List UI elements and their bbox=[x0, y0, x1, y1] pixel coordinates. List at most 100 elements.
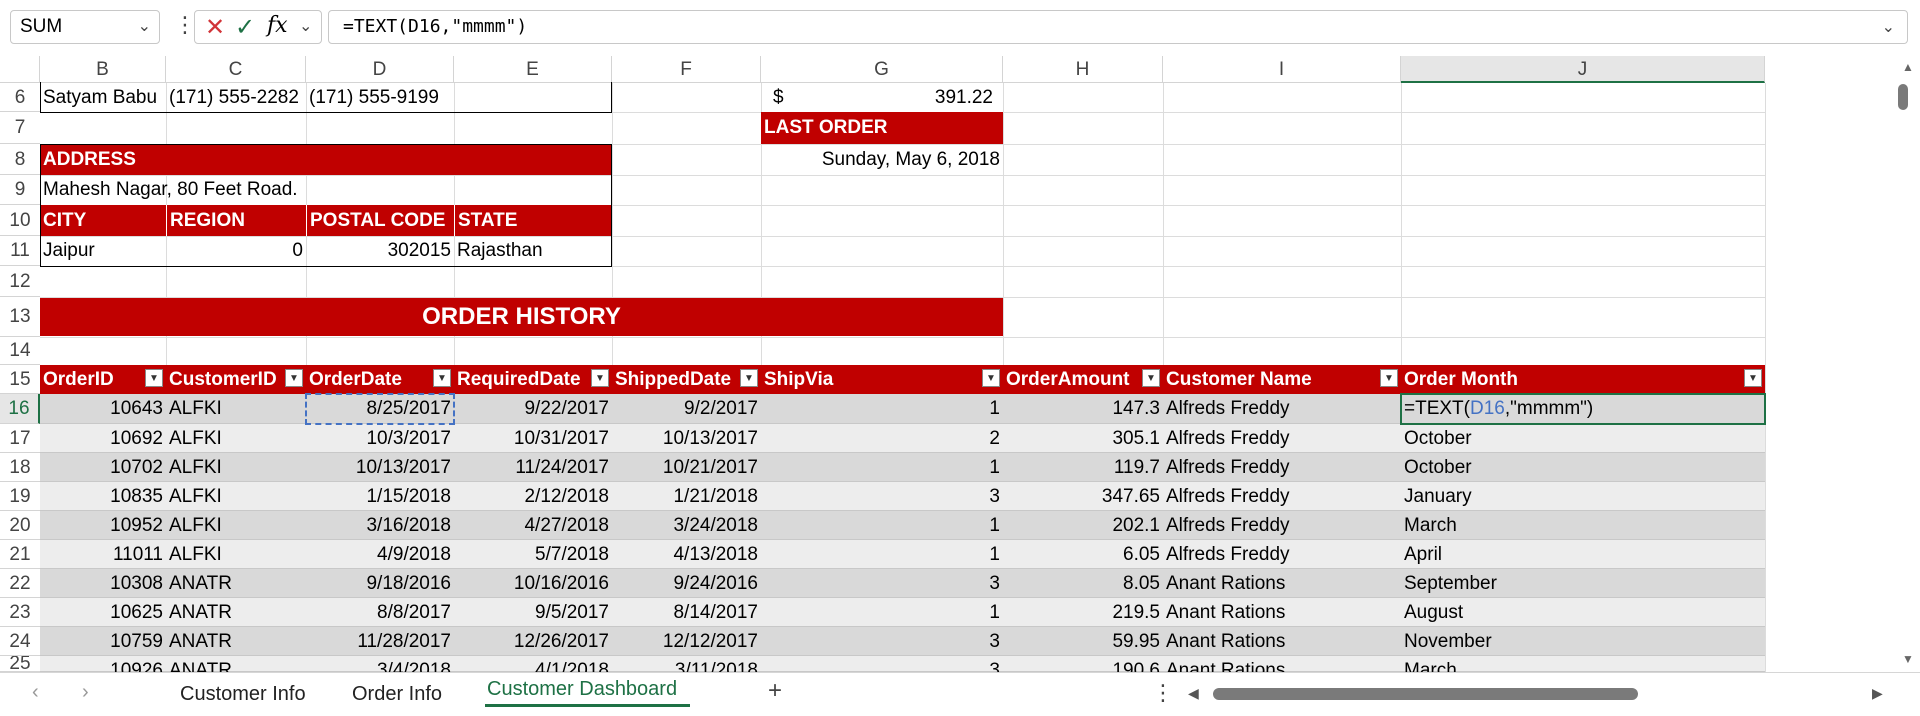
row-header-7[interactable]: 7 bbox=[0, 112, 40, 144]
column-header-f[interactable]: F bbox=[612, 56, 761, 83]
cell-requireddate[interactable]: 12/26/2017 bbox=[454, 627, 612, 656]
scroll-left-icon[interactable]: ◀ bbox=[1188, 685, 1199, 702]
horizontal-scroll-thumb[interactable] bbox=[1213, 688, 1638, 700]
cell-orderamount[interactable]: 190.6 bbox=[1003, 656, 1163, 672]
cell-orderamount[interactable]: 119.7 bbox=[1003, 453, 1163, 482]
cell-shipvia[interactable]: 1 bbox=[761, 453, 1003, 482]
cell-order-month[interactable]: January bbox=[1401, 482, 1765, 511]
filter-dropdown-icon[interactable]: ▼ bbox=[740, 369, 758, 387]
cell-orderdate[interactable]: 11/28/2017 bbox=[306, 627, 454, 656]
cancel-icon[interactable]: ✕ bbox=[205, 13, 225, 42]
column-header-h[interactable]: H bbox=[1003, 56, 1163, 83]
cell-shippeddate[interactable]: 9/2/2017 bbox=[612, 394, 761, 424]
vertical-scrollbar[interactable]: ▲ ▼ bbox=[1896, 56, 1920, 668]
cell-orderdate[interactable]: 10/3/2017 bbox=[306, 424, 454, 453]
cell-shipvia[interactable]: 1 bbox=[761, 511, 1003, 540]
row-header-8[interactable]: 8 bbox=[0, 144, 40, 175]
cell-order-month[interactable]: November bbox=[1401, 627, 1765, 656]
cell-orderid[interactable]: 11011 bbox=[40, 540, 166, 569]
cell-customerid[interactable]: ALFKI bbox=[166, 540, 306, 569]
scroll-up-icon[interactable]: ▲ bbox=[1902, 60, 1914, 74]
cell-shippeddate[interactable]: 12/12/2017 bbox=[612, 627, 761, 656]
cell-customerid[interactable]: ALFKI bbox=[166, 453, 306, 482]
cell-orderdate[interactable]: 8/8/2017 bbox=[306, 598, 454, 627]
column-header-b[interactable]: B bbox=[40, 56, 166, 83]
cell-orderdate[interactable]: 9/18/2016 bbox=[306, 569, 454, 598]
cell-shippeddate[interactable]: 9/24/2016 bbox=[612, 569, 761, 598]
column-header-e[interactable]: E bbox=[454, 56, 612, 83]
cell-customerid[interactable]: ANATR bbox=[166, 656, 306, 672]
cell-orderamount[interactable]: 219.5 bbox=[1003, 598, 1163, 627]
cell-shipvia[interactable]: 2 bbox=[761, 424, 1003, 453]
row-header-10[interactable]: 10 bbox=[0, 205, 40, 236]
row-header-24[interactable]: 24 bbox=[0, 627, 40, 656]
cell-customerid[interactable]: ALFKI bbox=[166, 424, 306, 453]
cell-requireddate[interactable]: 4/1/2018 bbox=[454, 656, 612, 672]
cell-orderid[interactable]: 10926 bbox=[40, 656, 166, 672]
cell-orderamount[interactable]: 8.05 bbox=[1003, 569, 1163, 598]
cell-customer-name[interactable]: Alfreds Freddy bbox=[1163, 511, 1401, 540]
cell-order-month[interactable]: October bbox=[1401, 424, 1765, 453]
row-header-16[interactable]: 16 bbox=[0, 394, 40, 424]
cell-orderamount[interactable]: 6.05 bbox=[1003, 540, 1163, 569]
cell-orderamount[interactable]: 305.1 bbox=[1003, 424, 1163, 453]
row-header-11[interactable]: 11 bbox=[0, 236, 40, 266]
column-header-i[interactable]: I bbox=[1163, 56, 1401, 83]
row-header-14[interactable]: 14 bbox=[0, 337, 40, 365]
cell-customer-name[interactable]: Alfreds Freddy bbox=[1163, 540, 1401, 569]
cell-customerid[interactable]: ANATR bbox=[166, 627, 306, 656]
cell-shipvia[interactable]: 3 bbox=[761, 656, 1003, 672]
cell-orderid[interactable]: 10308 bbox=[40, 569, 166, 598]
filter-dropdown-icon[interactable]: ▼ bbox=[1380, 369, 1398, 387]
filter-dropdown-icon[interactable]: ▼ bbox=[1744, 369, 1762, 387]
scroll-down-icon[interactable]: ▼ bbox=[1902, 652, 1914, 666]
filter-dropdown-icon[interactable]: ▼ bbox=[145, 369, 163, 387]
prev-sheet-icon[interactable]: ‹ bbox=[32, 681, 39, 704]
column-header-c[interactable]: C bbox=[166, 56, 306, 83]
cell-orderid[interactable]: 10952 bbox=[40, 511, 166, 540]
cell-order-month[interactable]: March bbox=[1401, 656, 1765, 672]
expand-formula-icon[interactable]: ⌄ bbox=[1882, 11, 1895, 43]
cell-shippeddate[interactable]: 1/21/2018 bbox=[612, 482, 761, 511]
cell-orderid[interactable]: 10625 bbox=[40, 598, 166, 627]
row-header-17[interactable]: 17 bbox=[0, 424, 40, 453]
cell-orderid[interactable]: 10702 bbox=[40, 453, 166, 482]
cell-customer-name[interactable]: Alfreds Freddy bbox=[1163, 394, 1401, 424]
cell-customer-name[interactable]: Anant Rations bbox=[1163, 598, 1401, 627]
cell-orderamount[interactable]: 59.95 bbox=[1003, 627, 1163, 656]
row-header-18[interactable]: 18 bbox=[0, 453, 40, 482]
cell-orderamount[interactable]: 147.3 bbox=[1003, 394, 1163, 424]
row-header-22[interactable]: 22 bbox=[0, 569, 40, 598]
row-header-25[interactable]: 25 bbox=[0, 656, 40, 672]
filter-dropdown-icon[interactable]: ▼ bbox=[591, 369, 609, 387]
cell-shipvia[interactable]: 3 bbox=[761, 569, 1003, 598]
cell-order-month[interactable]: September bbox=[1401, 569, 1765, 598]
cell-orderamount[interactable]: 202.1 bbox=[1003, 511, 1163, 540]
cell-orderid[interactable]: 10692 bbox=[40, 424, 166, 453]
cell-orderid[interactable]: 10835 bbox=[40, 482, 166, 511]
chevron-down-icon[interactable]: ⌄ bbox=[138, 11, 151, 43]
cell-customer-name[interactable]: Alfreds Freddy bbox=[1163, 482, 1401, 511]
vertical-scroll-thumb[interactable] bbox=[1898, 84, 1908, 110]
cell-order-month[interactable]: March bbox=[1401, 511, 1765, 540]
add-sheet-button[interactable]: + bbox=[768, 677, 782, 705]
cell-shippeddate[interactable]: 4/13/2018 bbox=[612, 540, 761, 569]
tab-order-info[interactable]: Order Info bbox=[352, 683, 442, 706]
row-header-9[interactable]: 9 bbox=[0, 175, 40, 205]
cell-shippeddate[interactable]: 3/11/2018 bbox=[612, 656, 761, 672]
row-header-6[interactable]: 6 bbox=[0, 83, 40, 112]
cell-orderdate[interactable]: 1/15/2018 bbox=[306, 482, 454, 511]
cell-shipvia[interactable]: 1 bbox=[761, 540, 1003, 569]
column-header-j[interactable]: J bbox=[1401, 56, 1765, 83]
cell-shippeddate[interactable]: 3/24/2018 bbox=[612, 511, 761, 540]
cell-requireddate[interactable]: 10/16/2016 bbox=[454, 569, 612, 598]
cell-orderid[interactable]: 10759 bbox=[40, 627, 166, 656]
filter-dropdown-icon[interactable]: ▼ bbox=[1142, 369, 1160, 387]
row-header-23[interactable]: 23 bbox=[0, 598, 40, 627]
cell-orderdate[interactable]: 4/9/2018 bbox=[306, 540, 454, 569]
cell-customer-name[interactable]: Alfreds Freddy bbox=[1163, 424, 1401, 453]
filter-dropdown-icon[interactable]: ▼ bbox=[433, 369, 451, 387]
cell-customerid[interactable]: ANATR bbox=[166, 598, 306, 627]
cell-orderdate[interactable]: 3/4/2018 bbox=[306, 656, 454, 672]
row-header-13[interactable]: 13 bbox=[0, 297, 40, 337]
